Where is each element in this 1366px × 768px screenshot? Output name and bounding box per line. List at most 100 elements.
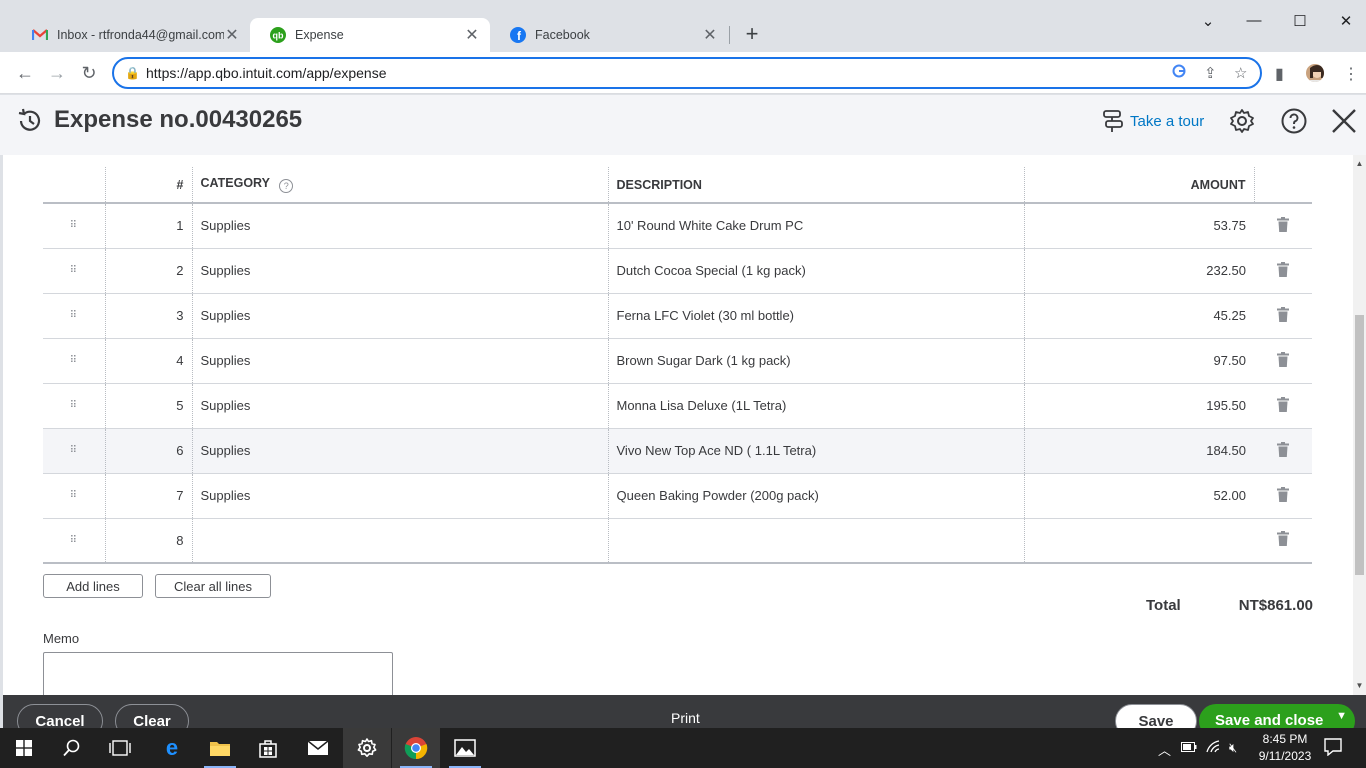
close-window-icon[interactable]: ✕ [1326,12,1366,36]
save-button[interactable]: Save [1115,704,1197,728]
tab-search-chevron-icon[interactable]: ⌄ [1188,12,1228,36]
amount-cell[interactable]: 53.75 [1023,203,1254,249]
mail-envelope-icon[interactable] [294,728,342,768]
drag-handle-icon[interactable]: ⠿ [43,338,105,384]
description-cell[interactable]: Vivo New Top Ace ND ( 1.1L Tetra) [607,428,1024,474]
category-cell[interactable] [191,518,608,564]
category-cell[interactable]: Supplies [191,338,608,384]
close-tab-icon[interactable]: ✕ [702,25,718,45]
amount-cell[interactable] [1023,518,1254,564]
windows-start-icon[interactable] [0,728,48,768]
new-tab-plus-icon[interactable]: + [740,22,764,46]
maximize-window-icon[interactable]: ☐ [1280,12,1320,36]
trash-icon[interactable] [1254,473,1312,519]
side-panel-icon[interactable]: ▮ [1275,64,1284,84]
trash-icon[interactable] [1254,518,1312,564]
category-cell[interactable]: Supplies [191,473,608,519]
drag-handle-icon[interactable]: ⠿ [43,428,105,474]
scrollbar-thumb[interactable] [1355,315,1364,575]
description-cell[interactable]: Dutch Cocoa Special (1 kg pack) [607,248,1024,294]
clear-all-lines-button[interactable]: Clear all lines [155,574,271,598]
tab-gmail[interactable]: Inbox - rtfronda44@gmail.com - ✕ [12,18,250,52]
trash-icon[interactable] [1254,338,1312,384]
category-cell[interactable]: Supplies [191,293,608,339]
print-link[interactable]: Print [671,710,700,726]
close-tab-icon[interactable]: ✕ [224,25,240,45]
category-cell[interactable]: Supplies [191,248,608,294]
cancel-button[interactable]: Cancel [17,704,103,728]
drag-handle-icon[interactable]: ⠿ [43,383,105,429]
edge-browser-icon[interactable]: e [148,728,196,768]
show-hidden-icons-chevron-icon[interactable]: ︿ [1158,740,1171,759]
file-explorer-icon[interactable] [196,728,244,768]
description-cell[interactable]: 10' Round White Cake Drum PC [607,203,1024,249]
reload-icon[interactable]: ↻ [77,61,101,85]
add-lines-button[interactable]: Add lines [43,574,143,598]
search-icon[interactable] [48,728,96,768]
address-bar[interactable]: 🔒 https://app.qbo.intuit.com/app/expense… [112,57,1262,89]
trash-icon[interactable] [1254,428,1312,474]
bookmark-star-icon[interactable]: ☆ [1234,64,1247,82]
chrome-browser-icon[interactable] [392,728,440,768]
caret-down-icon[interactable]: ▼ [1336,710,1347,722]
back-arrow-icon[interactable]: ← [13,61,37,85]
drag-handle-icon[interactable]: ⠿ [43,293,105,339]
close-tab-icon[interactable]: ✕ [464,25,480,45]
amount-cell[interactable]: 52.00 [1023,473,1254,519]
category-cell[interactable]: Supplies [191,383,608,429]
amount-cell[interactable]: 184.50 [1023,428,1254,474]
save-and-close-button[interactable]: Save and close ▼ [1199,704,1355,728]
amount-cell[interactable]: 195.50 [1023,383,1254,429]
category-cell[interactable]: Supplies [191,203,608,249]
menu-kebab-icon[interactable]: ⋮ [1343,64,1359,84]
description-cell[interactable] [607,518,1024,564]
drag-handle-icon[interactable]: ⠿ [43,248,105,294]
description-cell[interactable]: Ferna LFC Violet (30 ml bottle) [607,293,1024,339]
gear-icon[interactable] [1228,107,1256,135]
line-number: 3 [104,293,192,339]
drag-handle-icon[interactable]: ⠿ [43,518,105,564]
amount-cell[interactable]: 232.50 [1023,248,1254,294]
amount-cell[interactable]: 45.25 [1023,293,1254,339]
close-icon[interactable] [1330,107,1358,135]
scroll-up-arrow-icon[interactable]: ▲ [1353,159,1366,168]
category-cell[interactable]: Supplies [191,428,608,474]
share-icon[interactable]: ⇪ [1204,64,1217,82]
help-circle-icon[interactable]: ? [279,179,294,193]
system-clock[interactable]: 8:45 PM 9/11/2023 [1252,731,1318,765]
wifi-icon[interactable] [1206,740,1222,757]
volume-muted-icon[interactable]: 🔇︎ [1229,740,1237,756]
trash-icon[interactable] [1254,383,1312,429]
description-cell[interactable]: Queen Baking Powder (200g pack) [607,473,1024,519]
drag-handle-icon[interactable]: ⠿ [43,203,105,249]
minimize-window-icon[interactable]: — [1234,12,1274,36]
store-bag-icon[interactable] [244,728,292,768]
help-question-icon[interactable] [1280,107,1308,135]
battery-icon[interactable] [1181,740,1197,755]
tab-expense[interactable]: qb Expense ✕ [250,18,490,52]
windows-taskbar: e ︿ 🔇︎ 8:45 PM 9/11/2023 [0,728,1366,768]
settings-gear-icon[interactable] [343,728,391,768]
forward-arrow-icon[interactable]: → [45,61,69,85]
trash-icon[interactable] [1254,293,1312,339]
clear-button[interactable]: Clear [115,704,189,728]
trash-icon[interactable] [1254,203,1312,249]
description-cell[interactable]: Brown Sugar Dark (1 kg pack) [607,338,1024,384]
photos-app-icon[interactable] [441,728,489,768]
category-header-label: CATEGORY [200,176,270,190]
task-view-icon[interactable] [96,728,144,768]
tab-facebook[interactable]: f Facebook ✕ [490,18,728,52]
trash-icon[interactable] [1254,248,1312,294]
total-value: NT$861.00 [1238,597,1313,614]
amount-cell[interactable]: 97.50 [1023,338,1254,384]
description-cell[interactable]: Monna Lisa Deluxe (1L Tetra) [607,383,1024,429]
notifications-icon[interactable] [1324,738,1342,759]
line-number: 6 [104,428,192,474]
google-icon[interactable] [1172,64,1186,82]
drag-handle-icon[interactable]: ⠿ [43,473,105,519]
take-a-tour-link[interactable]: Take a tour [1102,109,1204,133]
vertical-scrollbar[interactable]: ▲ ▼ [1353,155,1366,695]
recent-transactions-icon[interactable] [16,107,44,135]
scroll-down-arrow-icon[interactable]: ▼ [1353,681,1366,690]
profile-avatar[interactable] [1304,62,1326,84]
